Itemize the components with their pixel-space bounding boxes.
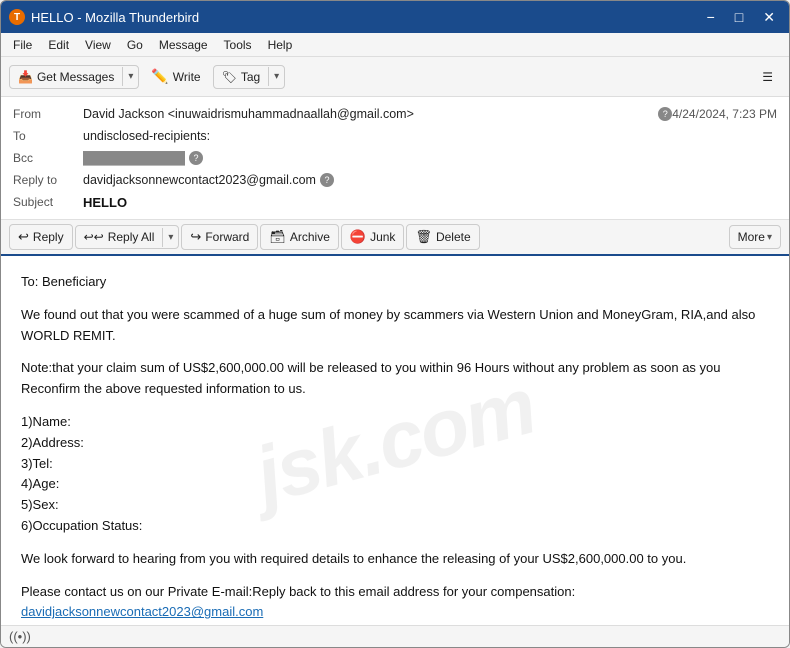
email-content: To: Beneficiary We found out that you we… [21,272,769,625]
email-link[interactable]: davidjacksonnewcontact2023@gmail.com [21,604,263,619]
body-para4: Please contact us on our Private E-mail:… [21,582,769,624]
list-item-2: 2)Address: [21,435,84,450]
list-item-6: 6)Occupation Status: [21,518,142,533]
get-messages-split: 📥 Get Messages ▾ [9,65,139,89]
write-button[interactable]: ✏️ Write [143,64,208,89]
bcc-label: Bcc [13,151,83,165]
wifi-icon: ((•)) [9,629,31,644]
junk-button[interactable]: ⛔ Junk [341,224,405,250]
write-icon: ✏️ [151,68,168,85]
list-item-1: 1)Name: [21,414,71,429]
subject-value: HELLO [83,195,127,210]
get-messages-icon: 📥 [18,70,33,84]
bcc-row: Bcc ████████████ ? [13,147,777,169]
body-para1: We found out that you were scammed of a … [21,305,769,347]
reply-to-value: davidjacksonnewcontact2023@gmail.com [83,173,316,187]
close-button[interactable]: ✕ [757,8,781,26]
menu-go[interactable]: Go [119,36,151,54]
list-item-4: 4)Age: [21,476,59,491]
body-para3: We look forward to hearing from you with… [21,549,769,570]
title-bar: T HELLO - Mozilla Thunderbird − □ ✕ [1,1,789,33]
forward-button[interactable]: ↪ Forward [181,224,258,250]
tag-split: 🏷 Tag ▾ [213,65,286,89]
more-button[interactable]: More ▾ [729,225,781,249]
from-row: From David Jackson <inuwaidrismuhammadna… [13,103,777,125]
email-body[interactable]: jsk.com To: Beneficiary We found out tha… [1,256,789,625]
window-title: HELLO - Mozilla Thunderbird [31,10,199,25]
archive-icon: 🗃 [269,229,286,245]
menu-file[interactable]: File [5,36,40,54]
menu-message[interactable]: Message [151,36,216,54]
bcc-value: ████████████ [83,151,185,165]
reply-all-button[interactable]: ↩↩ Reply All [76,226,163,248]
get-messages-button[interactable]: 📥 Get Messages [10,66,122,88]
reply-all-split: ↩↩ Reply All ▾ [75,225,180,249]
from-value: David Jackson <inuwaidrismuhammadnaallah… [83,107,654,121]
archive-button[interactable]: 🗃 Archive [260,224,339,250]
toolbar: 📥 Get Messages ▾ ✏️ Write 🏷 Tag ▾ ☰ [1,57,789,97]
to-value: undisclosed-recipients: [83,129,777,143]
hamburger-icon: ☰ [762,70,773,84]
reply-button[interactable]: ↩ Reply [9,224,73,250]
reply-to-row: Reply to davidjacksonnewcontact2023@gmai… [13,169,777,191]
menu-bar: File Edit View Go Message Tools Help [1,33,789,57]
main-window: T HELLO - Mozilla Thunderbird − □ ✕ File… [0,0,790,648]
reply-all-icon: ↩↩ [84,230,104,244]
reply-to-label: Reply to [13,173,83,187]
maximize-button[interactable]: □ [729,8,749,26]
bcc-verify-icon[interactable]: ? [189,151,203,165]
status-bar: ((•)) [1,625,789,647]
tag-icon: 🏷 [222,70,237,84]
email-date: 4/24/2024, 7:23 PM [672,107,777,121]
hamburger-button[interactable]: ☰ [754,66,781,88]
from-label: From [13,107,83,121]
minimize-button[interactable]: − [701,8,721,26]
junk-icon: ⛔ [350,229,366,245]
body-list: 1)Name: 2)Address: 3)Tel: 4)Age: 5)Sex: … [21,412,769,537]
menu-edit[interactable]: Edit [40,36,77,54]
from-verify-icon[interactable]: ? [658,107,672,121]
tag-button[interactable]: 🏷 Tag [214,66,269,88]
delete-icon: 🗑 [415,229,432,245]
reply-icon: ↩ [18,229,29,245]
reply-all-dropdown[interactable]: ▾ [162,228,178,247]
get-messages-dropdown[interactable]: ▾ [122,67,138,86]
subject-row: Subject HELLO [13,191,777,213]
to-label: To [13,129,83,143]
more-dropdown-icon: ▾ [767,232,772,243]
menu-tools[interactable]: Tools [216,36,260,54]
email-header: From David Jackson <inuwaidrismuhammadna… [1,97,789,220]
window-controls: − □ ✕ [701,8,781,26]
menu-view[interactable]: View [77,36,119,54]
to-row: To undisclosed-recipients: [13,125,777,147]
menu-help[interactable]: Help [260,36,301,54]
reply-to-verify-icon[interactable]: ? [320,173,334,187]
tag-dropdown[interactable]: ▾ [268,67,284,86]
action-bar: ↩ Reply ↩↩ Reply All ▾ ↪ Forward 🗃 Archi… [1,220,789,256]
subject-label: Subject [13,195,83,209]
forward-icon: ↪ [190,229,201,245]
delete-button[interactable]: 🗑 Delete [406,224,479,250]
body-para2: Note:that your claim sum of US$2,600,000… [21,358,769,400]
app-icon: T [9,9,25,25]
greeting: To: Beneficiary [21,272,769,293]
list-item-3: 3)Tel: [21,456,53,471]
list-item-5: 5)Sex: [21,497,59,512]
